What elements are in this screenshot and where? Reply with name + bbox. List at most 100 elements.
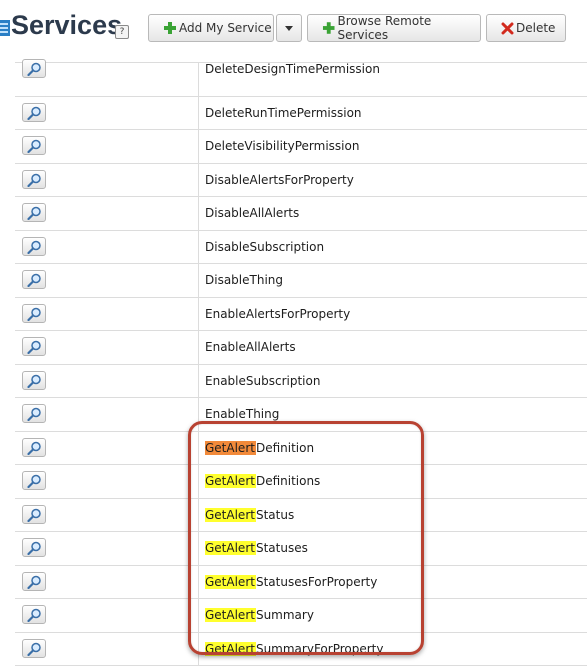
row-action-cell: [15, 566, 199, 599]
view-service-button[interactable]: [22, 572, 46, 591]
magnifier-icon: [27, 206, 42, 220]
service-name[interactable]: DisableAlertsForProperty: [205, 164, 354, 197]
header-bar: Services ? Add My Service Browse Remote …: [0, 0, 587, 62]
search-match: GetAlert: [205, 575, 256, 589]
view-service-button[interactable]: [22, 438, 46, 457]
service-name[interactable]: GetAlertStatuses: [205, 532, 308, 565]
view-service-button[interactable]: [22, 371, 46, 390]
service-name[interactable]: DeleteVisibilityPermission: [205, 130, 359, 163]
table-row[interactable]: DisableThing: [15, 264, 587, 298]
table-row[interactable]: GetAlertStatuses: [15, 532, 587, 566]
service-name-text: Definition: [256, 441, 314, 455]
service-name[interactable]: GetAlertStatusesForProperty: [205, 566, 377, 599]
view-service-button[interactable]: [22, 404, 46, 423]
magnifier-icon: [27, 608, 42, 622]
row-action-cell: [15, 432, 199, 465]
service-name[interactable]: DisableThing: [205, 264, 283, 297]
service-name[interactable]: GetAlertSummaryForProperty: [205, 633, 383, 666]
service-name[interactable]: EnableAllAlerts: [205, 331, 296, 364]
row-action-cell: [15, 499, 199, 532]
search-match: GetAlert: [205, 474, 256, 488]
service-name[interactable]: DeleteRunTimePermission: [205, 97, 362, 130]
view-service-button[interactable]: [22, 538, 46, 557]
service-name-text: Summary: [256, 608, 314, 622]
table-row[interactable]: GetAlertStatusesForProperty: [15, 566, 587, 600]
row-action-cell: [15, 164, 199, 197]
add-my-service-label: Add My Service: [179, 21, 272, 35]
help-icon[interactable]: ?: [115, 25, 129, 39]
table-row[interactable]: DeleteDesignTimePermission: [15, 63, 587, 97]
table-row[interactable]: DisableSubscription: [15, 231, 587, 265]
row-action-cell: [15, 298, 199, 331]
table-row[interactable]: EnableThing: [15, 398, 587, 432]
table-row[interactable]: GetAlertDefinitions: [15, 465, 587, 499]
delete-button[interactable]: Delete: [486, 14, 566, 42]
table-row[interactable]: EnableAllAlerts: [15, 331, 587, 365]
table-row[interactable]: EnableSubscription: [15, 365, 587, 399]
current-search-match: GetAlert: [205, 441, 256, 455]
service-name[interactable]: DeleteDesignTimePermission: [205, 62, 380, 95]
search-match: GetAlert: [205, 508, 256, 522]
magnifier-icon: [27, 374, 42, 388]
plus-icon: [163, 21, 177, 35]
magnifier-icon: [27, 474, 42, 488]
service-name-text: StatusesForProperty: [256, 575, 377, 589]
add-my-service-button[interactable]: Add My Service: [148, 14, 274, 42]
magnifier-icon: [27, 62, 42, 76]
table-row[interactable]: GetAlertStatus: [15, 499, 587, 533]
service-name[interactable]: GetAlertStatus: [205, 499, 294, 532]
browse-remote-services-label: Browse Remote Services: [337, 14, 480, 42]
view-service-button[interactable]: [22, 639, 46, 658]
view-service-button[interactable]: [22, 471, 46, 490]
add-service-dropdown-button[interactable]: [276, 14, 302, 42]
browse-remote-services-button[interactable]: Browse Remote Services: [307, 14, 481, 42]
service-name[interactable]: GetAlertSummary: [205, 599, 314, 632]
service-name[interactable]: DisableSubscription: [205, 231, 324, 264]
row-action-cell: [15, 398, 199, 431]
view-service-button[interactable]: [22, 337, 46, 356]
service-name[interactable]: EnableSubscription: [205, 365, 320, 398]
table-row[interactable]: EnableAlertsForProperty: [15, 298, 587, 332]
magnifier-icon: [27, 407, 42, 421]
view-service-button[interactable]: [22, 605, 46, 624]
table-row[interactable]: DeleteVisibilityPermission: [15, 130, 587, 164]
table-row[interactable]: DisableAllAlerts: [15, 197, 587, 231]
row-action-cell: [15, 532, 199, 565]
magnifier-icon: [27, 575, 42, 589]
table-row[interactable]: GetAlertSummaryForProperty: [15, 633, 587, 666]
magnifier-icon: [27, 173, 42, 187]
table-row[interactable]: GetAlertSummary: [15, 599, 587, 633]
service-name[interactable]: GetAlertDefinition: [205, 432, 314, 465]
view-service-button[interactable]: [22, 59, 46, 78]
service-name[interactable]: EnableThing: [205, 398, 279, 431]
service-name-text: Status: [256, 508, 294, 522]
row-action-cell: [15, 331, 199, 364]
table-row[interactable]: DisableAlertsForProperty: [15, 164, 587, 198]
search-match: GetAlert: [205, 608, 256, 622]
view-service-button[interactable]: [22, 237, 46, 256]
view-service-button[interactable]: [22, 103, 46, 122]
magnifier-icon: [27, 273, 42, 287]
view-service-button[interactable]: [22, 136, 46, 155]
table-row[interactable]: DeleteRunTimePermission: [15, 97, 587, 131]
service-name[interactable]: DisableAllAlerts: [205, 197, 299, 230]
service-name[interactable]: GetAlertDefinitions: [205, 465, 320, 498]
table-row[interactable]: GetAlertDefinition: [15, 432, 587, 466]
service-name-text: DeleteRunTimePermission: [205, 106, 362, 120]
service-name-text: DeleteVisibilityPermission: [205, 139, 359, 153]
magnifier-icon: [27, 441, 42, 455]
view-service-button[interactable]: [22, 170, 46, 189]
row-action-cell: [15, 130, 199, 163]
service-name-text: DisableAlertsForProperty: [205, 173, 354, 187]
service-name-text: DisableSubscription: [205, 240, 324, 254]
service-name-text: SummaryForProperty: [256, 642, 384, 656]
magnifier-icon: [27, 106, 42, 120]
view-service-button[interactable]: [22, 304, 46, 323]
service-name[interactable]: EnableAlertsForProperty: [205, 298, 350, 331]
view-service-button[interactable]: [22, 505, 46, 524]
view-service-button[interactable]: [22, 270, 46, 289]
search-match: GetAlert: [205, 642, 256, 656]
magnifier-icon: [27, 508, 42, 522]
magnifier-icon: [27, 139, 42, 153]
view-service-button[interactable]: [22, 203, 46, 222]
